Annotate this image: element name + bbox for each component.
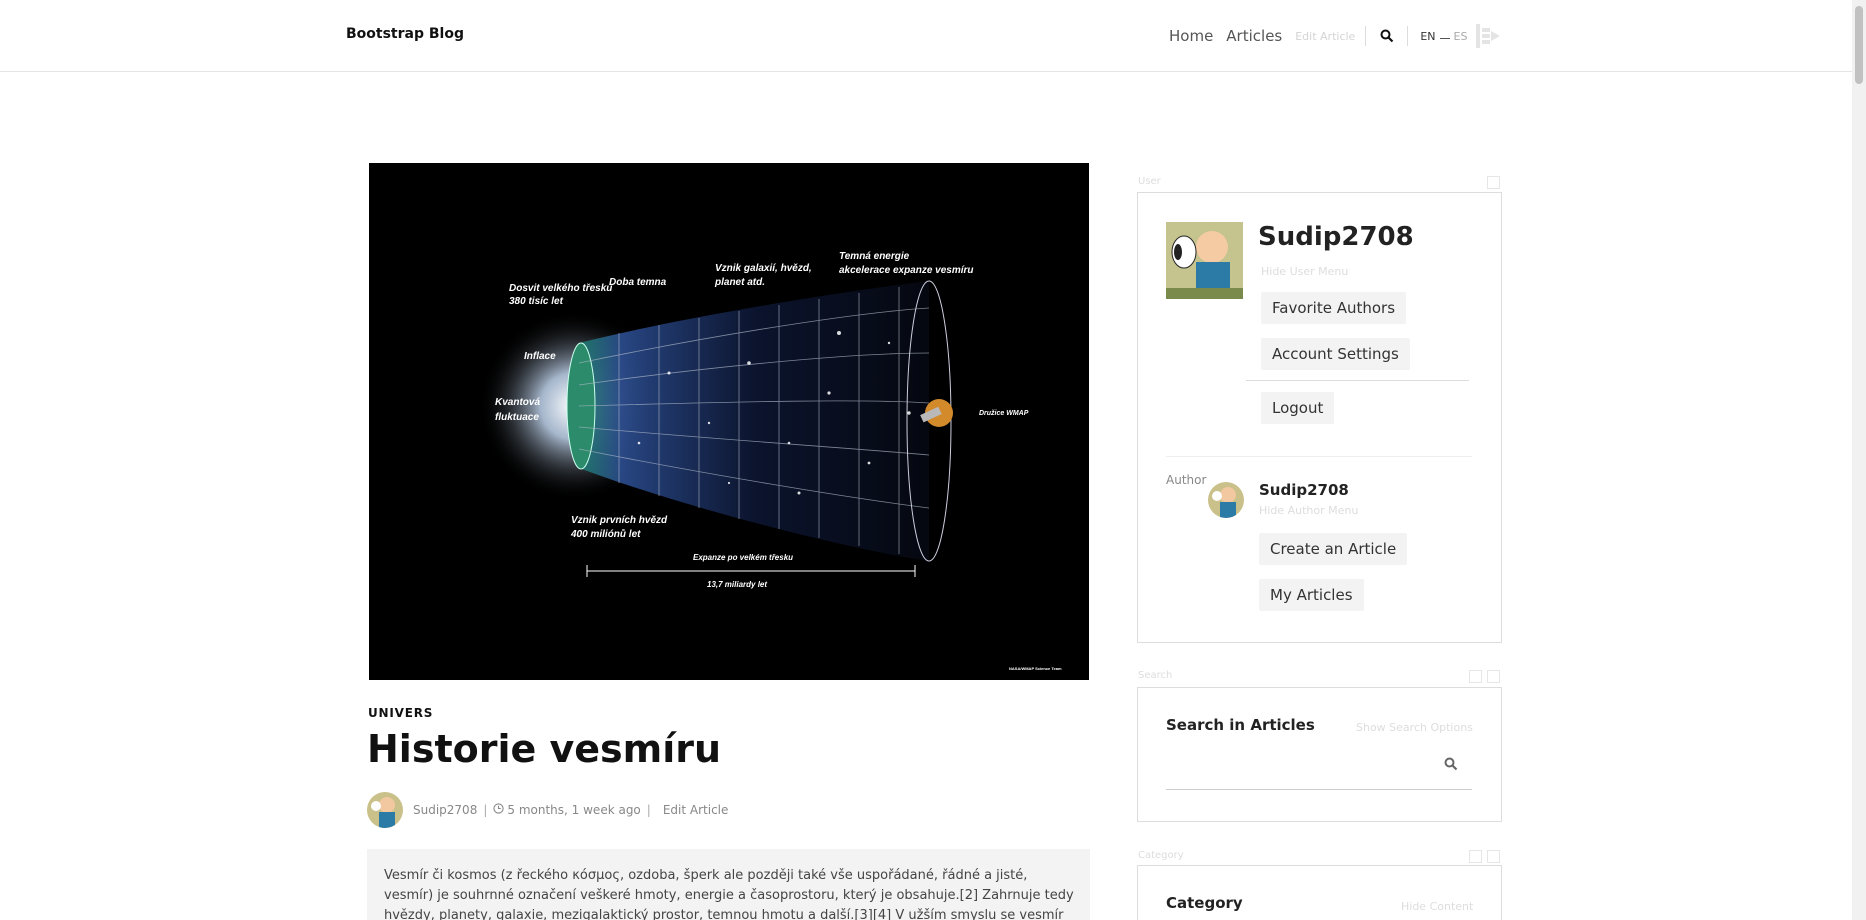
- user-section-ghost: User: [1138, 176, 1161, 187]
- create-article-button[interactable]: Create an Article: [1259, 533, 1408, 565]
- article-meta: Sudip2708 | 5 months, 1 week ago | Edit …: [367, 792, 728, 828]
- meta-divider: |: [483, 803, 488, 817]
- svg-text:13,7 miliardy let: 13,7 miliardy let: [707, 580, 767, 589]
- page: Bootstrap Blog Home Articles Edit Articl…: [0, 0, 1866, 920]
- nav-divider: [1365, 26, 1367, 46]
- img-label-afterglow-1: Dosvit velkého třesku: [509, 283, 612, 294]
- user-name: Sudip2708: [1258, 222, 1414, 252]
- svg-text:fluktuace: fluktuace: [495, 412, 539, 423]
- nav-articles[interactable]: Articles: [1226, 27, 1282, 45]
- category-title: Category: [1166, 894, 1243, 912]
- article-hero-image: Dosvit velkého třesku 380 tisíc let Doba…: [369, 163, 1089, 680]
- expand-icon[interactable]: [1469, 850, 1482, 863]
- svg-text:NASA/WMAP Science Team: NASA/WMAP Science Team: [1009, 666, 1062, 671]
- lang-divider: [1439, 37, 1450, 39]
- user-panel: Sudip2708 Hide User Menu Favorite Author…: [1137, 192, 1502, 643]
- logout-button[interactable]: Logout: [1261, 392, 1335, 424]
- svg-text:Dosvit velkého třesku: Dosvit velkého třesku: [509, 283, 612, 294]
- hide-content-link[interactable]: Hide Content: [1401, 900, 1473, 913]
- svg-text:Kvantová: Kvantová: [495, 397, 540, 408]
- article-excerpt: Vesmír či kosmos (z řeckého κόσμος, ozdo…: [367, 849, 1090, 920]
- section-divider: [1166, 456, 1472, 457]
- collapse-icon[interactable]: [1487, 176, 1500, 189]
- meta-edit-article[interactable]: Edit Article: [663, 803, 729, 817]
- svg-text:Expanze po velkém třesku: Expanze po velkém třesku: [693, 553, 793, 562]
- svg-text:akcelerace expanze vesmíru: akcelerace expanze vesmíru: [839, 265, 974, 276]
- category-section-ghost: Category: [1138, 850, 1184, 861]
- brand-logo[interactable]: Bootstrap Blog: [346, 26, 464, 42]
- page-scrollbar[interactable]: [1852, 0, 1866, 920]
- menu-divider: [1246, 380, 1469, 381]
- expand-icon[interactable]: [1469, 670, 1482, 683]
- svg-text:planet atd.: planet atd.: [714, 277, 765, 288]
- collapse-icon[interactable]: [1487, 670, 1500, 683]
- author-name: Sudip2708: [1259, 481, 1349, 499]
- search-title: Search in Articles: [1166, 716, 1315, 734]
- author-avatar[interactable]: [367, 792, 403, 828]
- search-panel: Search in Articles Show Search Options: [1137, 687, 1502, 822]
- collapse-icon[interactable]: [1487, 850, 1500, 863]
- search-input[interactable]: [1166, 789, 1472, 790]
- favorite-authors-button[interactable]: Favorite Authors: [1261, 292, 1407, 324]
- meta-date: 5 months, 1 week ago: [507, 803, 641, 817]
- meta-author[interactable]: Sudip2708: [413, 803, 477, 817]
- article-title: Historie vesmíru: [367, 727, 722, 771]
- nav-divider: [1407, 26, 1409, 46]
- hide-user-menu-link[interactable]: Hide User Menu: [1261, 265, 1348, 278]
- nav-edit-article[interactable]: Edit Article: [1295, 30, 1355, 43]
- hide-author-menu-link[interactable]: Hide Author Menu: [1259, 504, 1358, 517]
- main-nav: Home Articles Edit Article EN ES: [1169, 25, 1467, 47]
- svg-text:Inflace: Inflace: [524, 351, 556, 362]
- search-icon[interactable]: [1378, 27, 1396, 45]
- user-avatar[interactable]: [1166, 222, 1243, 299]
- svg-text:Družice WMAP: Družice WMAP: [979, 410, 1029, 417]
- author-avatar-small[interactable]: [1208, 482, 1244, 518]
- nav-home[interactable]: Home: [1169, 27, 1213, 45]
- img-label-afterglow-2: 380 tisíc let: [509, 296, 564, 307]
- svg-text:400 miliónů let: 400 miliónů let: [570, 528, 641, 540]
- svg-text:Temná energie: Temná energie: [839, 251, 910, 262]
- account-settings-button[interactable]: Account Settings: [1261, 338, 1410, 370]
- scrollbar-thumb[interactable]: [1855, 6, 1863, 84]
- search-section-ghost: Search: [1138, 670, 1173, 681]
- lang-en[interactable]: EN: [1420, 30, 1435, 43]
- lang-es[interactable]: ES: [1454, 30, 1468, 43]
- svg-text:Vznik galaxií, hvězd,: Vznik galaxií, hvězd,: [715, 263, 812, 274]
- meta-divider: |: [646, 803, 651, 817]
- show-search-options-link[interactable]: Show Search Options: [1356, 721, 1473, 734]
- author-section-label: Author: [1166, 473, 1207, 487]
- svg-text:380 tisíc let: 380 tisíc let: [509, 296, 564, 307]
- svg-text:Vznik prvních hvězd: Vznik prvních hvězd: [571, 515, 668, 526]
- article-category[interactable]: UNIVERS: [368, 706, 433, 720]
- category-panel: Category Hide Content: [1137, 865, 1502, 920]
- top-navbar: Bootstrap Blog Home Articles Edit Articl…: [0, 0, 1852, 72]
- clock-icon: [493, 803, 505, 817]
- my-articles-button[interactable]: My Articles: [1259, 579, 1364, 611]
- sign-out-icon[interactable]: [1474, 22, 1502, 54]
- search-icon[interactable]: [1444, 756, 1458, 775]
- img-label-dark-ages: Doba temna: [609, 277, 667, 288]
